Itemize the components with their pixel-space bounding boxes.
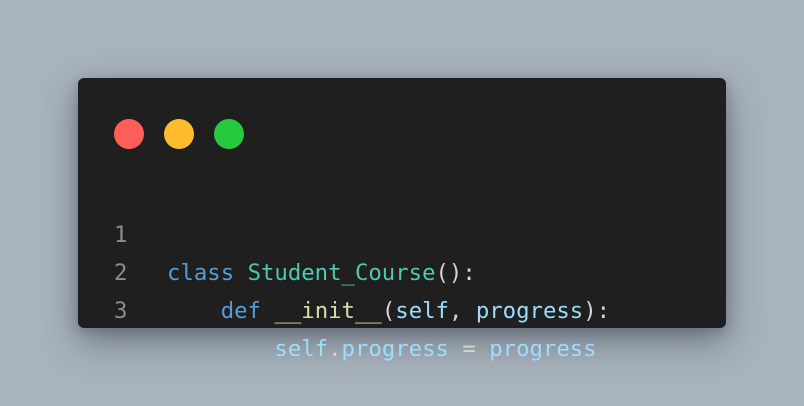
code-line: 3 self.progress = progress — [78, 254, 726, 362]
variable-token: progress — [475, 298, 584, 324]
variable-token: self — [395, 298, 449, 324]
punctuation-token: ( — [381, 298, 396, 324]
code-window: 1 class Student_Course(): 2 def __init__… — [78, 78, 726, 362]
code-line: 1 class Student_Course(): — [78, 178, 726, 286]
punctuation-token: = — [448, 336, 490, 362]
window-controls — [114, 119, 244, 149]
variable-token: self — [274, 336, 329, 362]
code-line: 2 def __init__(self, progress): — [78, 216, 726, 324]
variable-token: progress — [341, 336, 449, 362]
maximize-dot-icon[interactable] — [214, 119, 244, 149]
line-source: self.progress = progress — [167, 330, 597, 368]
punctuation-token: , — [448, 298, 476, 324]
code-block: 1 class Student_Course(): 2 def __init__… — [78, 178, 726, 362]
keyword-token: def — [220, 298, 261, 324]
minimize-dot-icon[interactable] — [164, 119, 194, 149]
variable-token: progress — [489, 336, 597, 362]
punctuation-token: ): — [583, 298, 611, 324]
function-token: __init__ — [274, 298, 382, 324]
line-source: def __init__(self, progress): — [167, 292, 610, 330]
line-number: 3 — [114, 298, 128, 324]
close-dot-icon[interactable] — [114, 119, 144, 149]
punctuation-token: . — [328, 336, 342, 362]
